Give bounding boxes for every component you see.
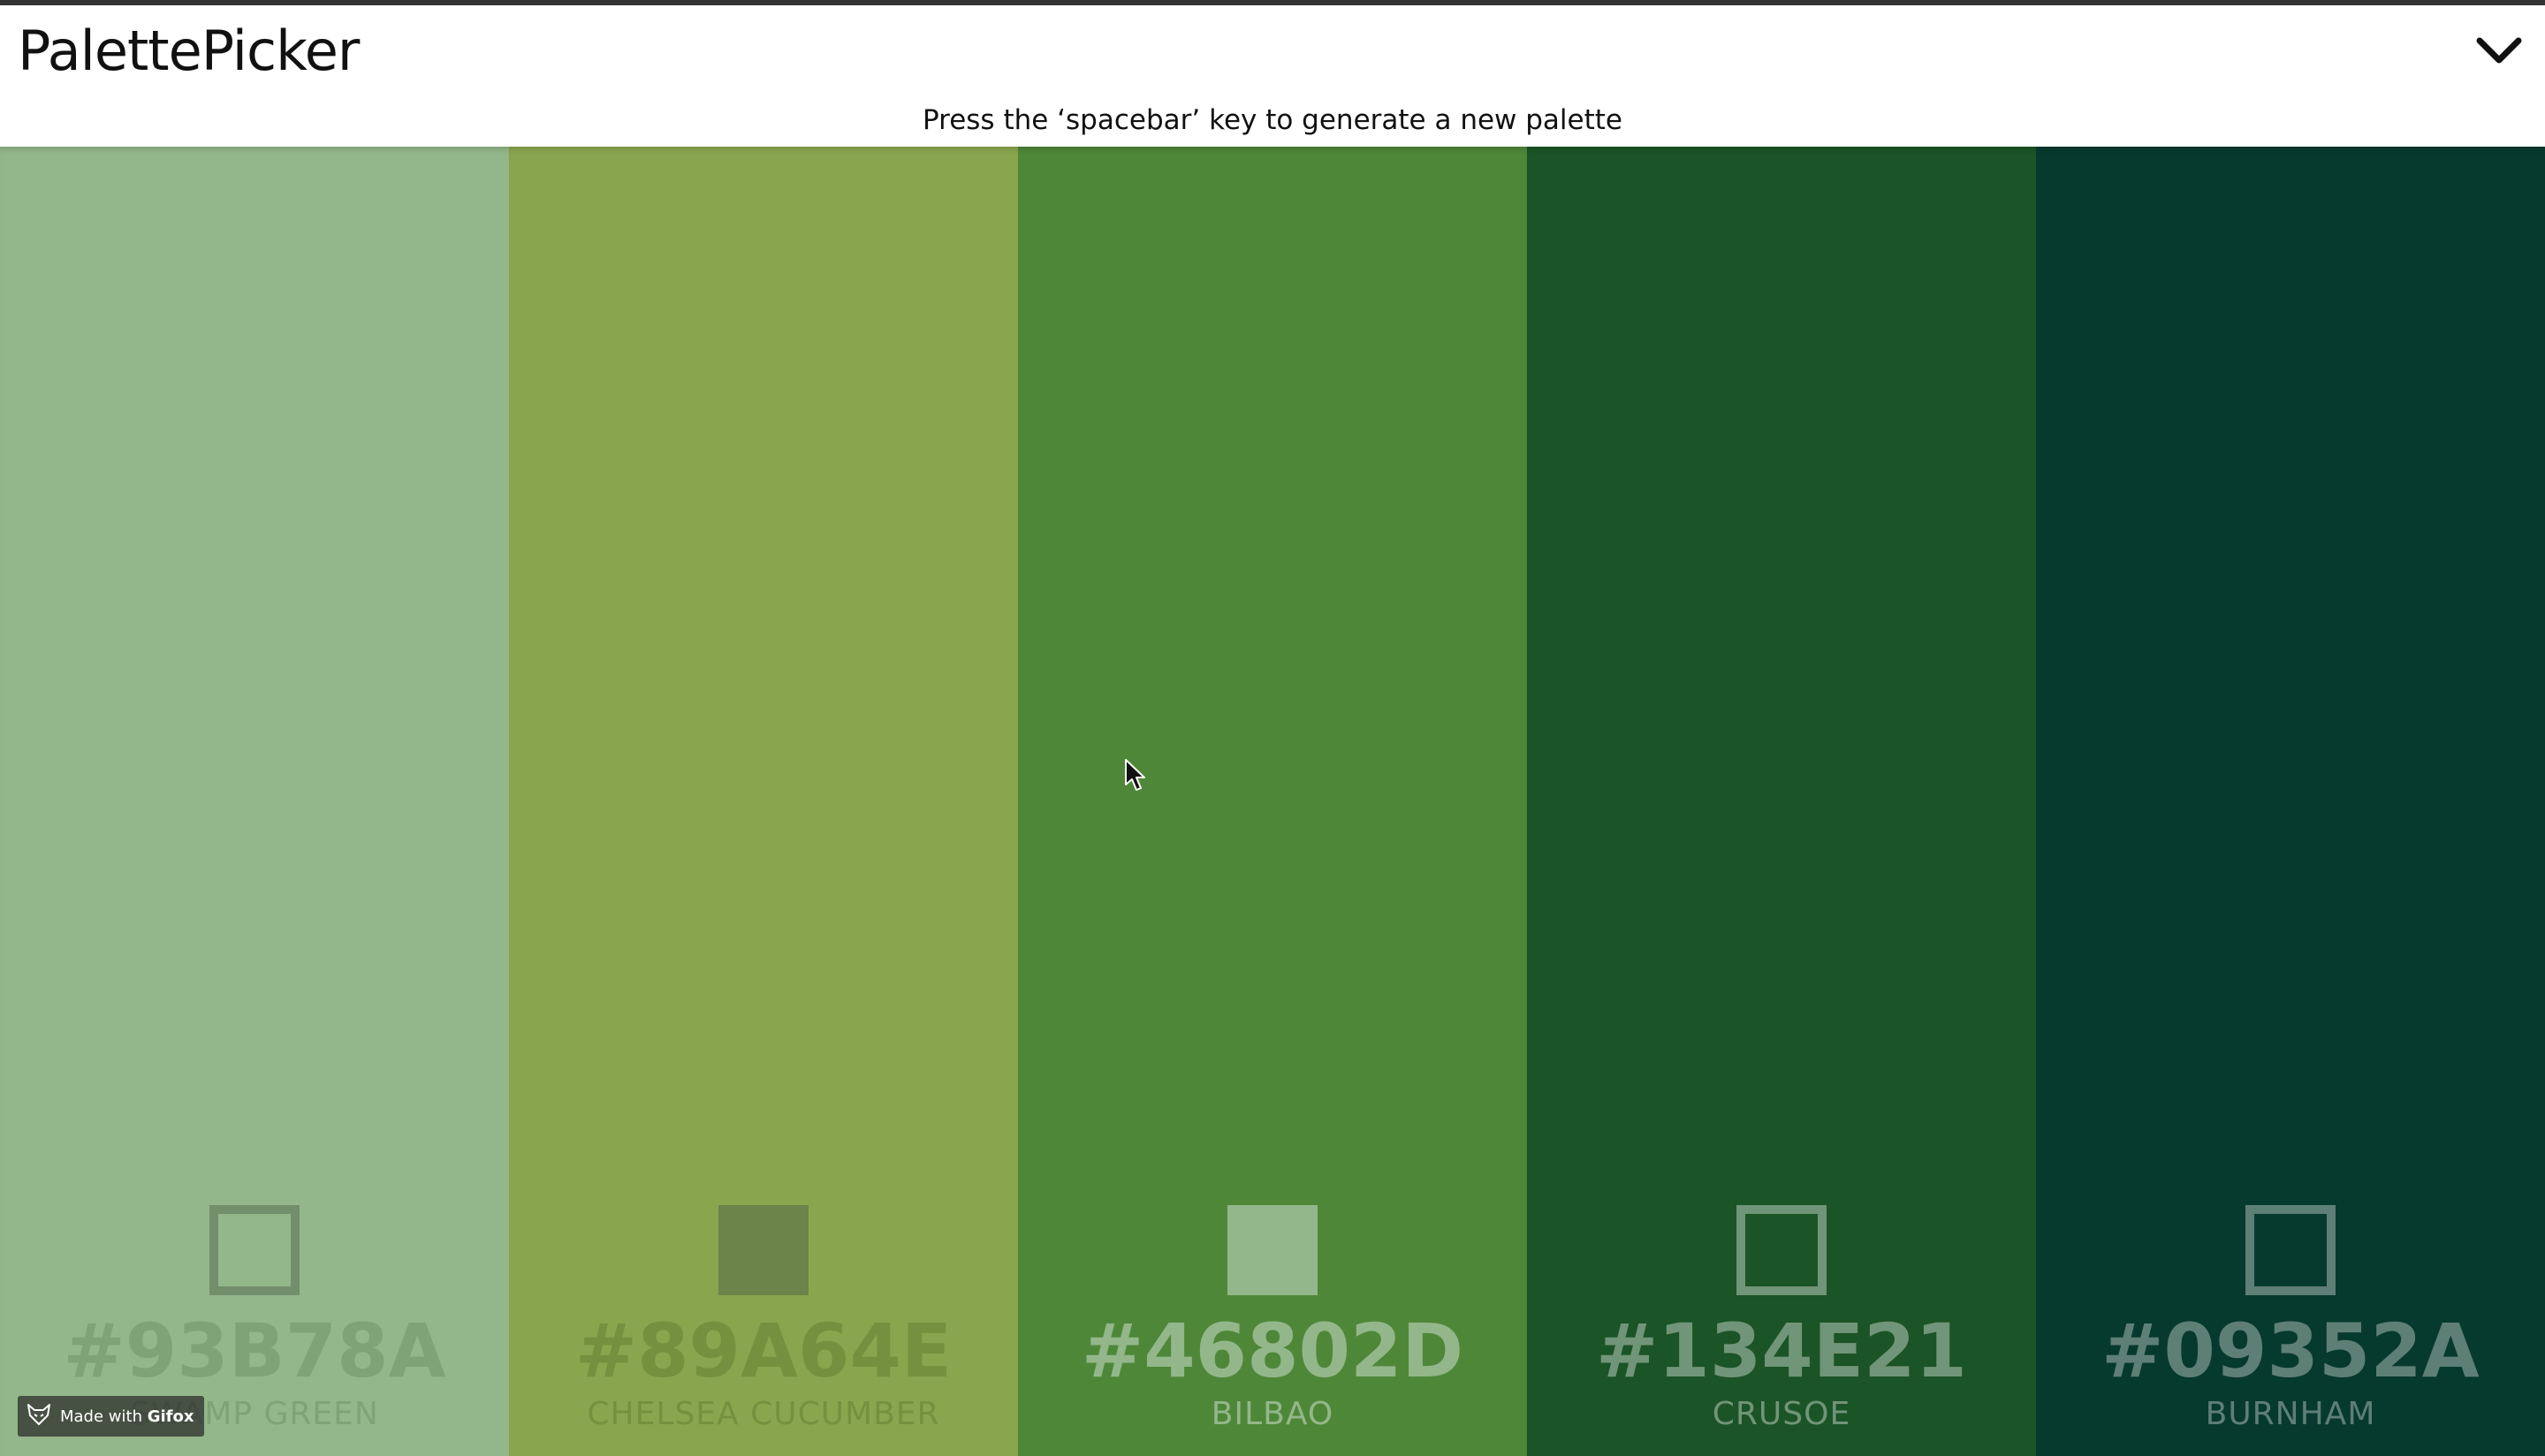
lock-toggle-icon[interactable] xyxy=(1736,1205,1827,1295)
made-with-gifox-badge[interactable]: Made with Gifox xyxy=(18,1396,205,1437)
hex-code[interactable]: #93B78A xyxy=(0,1302,509,1399)
badge-prefix: Made with xyxy=(60,1407,142,1426)
color-swatch-4[interactable]: #134E21 CRUSOE xyxy=(1527,147,2036,1456)
color-swatch-3[interactable]: #46802D BILBAO xyxy=(1018,147,1527,1456)
lock-toggle-icon[interactable] xyxy=(209,1205,300,1295)
badge-brand: Gifox xyxy=(147,1407,194,1426)
color-name: CHELSEA CUCUMBER xyxy=(587,1396,940,1432)
lock-toggle-icon[interactable] xyxy=(2245,1205,2336,1295)
hex-code[interactable]: #09352A xyxy=(2036,1302,2545,1399)
header: PalettePicker Press the ‘spacebar’ key t… xyxy=(0,5,2545,147)
palette: #93B78A SWAMP GREEN #89A64E CHELSEA CUCU… xyxy=(0,147,2545,1456)
fox-icon xyxy=(27,1403,51,1429)
color-name: BURNHAM xyxy=(2205,1396,2376,1432)
color-swatch-2[interactable]: #89A64E CHELSEA CUCUMBER xyxy=(509,147,1018,1456)
hex-code[interactable]: #89A64E xyxy=(509,1302,1018,1399)
color-swatch-1[interactable]: #93B78A SWAMP GREEN xyxy=(0,147,509,1456)
lock-toggle-icon[interactable] xyxy=(718,1205,809,1295)
palette-picker-app: PalettePicker Press the ‘spacebar’ key t… xyxy=(0,0,2545,1456)
hex-code[interactable]: #46802D xyxy=(1018,1302,1527,1399)
lock-toggle-icon[interactable] xyxy=(1227,1205,1318,1295)
color-name: CRUSOE xyxy=(1712,1396,1851,1432)
chevron-down-icon[interactable] xyxy=(2473,25,2526,78)
badge-label: Made with Gifox xyxy=(60,1407,194,1426)
color-swatch-5[interactable]: #09352A BURNHAM xyxy=(2036,147,2545,1456)
spacebar-hint: Press the ‘spacebar’ key to generate a n… xyxy=(923,104,1622,136)
hex-code[interactable]: #134E21 xyxy=(1527,1302,2036,1399)
color-name: BILBAO xyxy=(1211,1396,1334,1432)
app-title: PalettePicker xyxy=(18,19,360,83)
